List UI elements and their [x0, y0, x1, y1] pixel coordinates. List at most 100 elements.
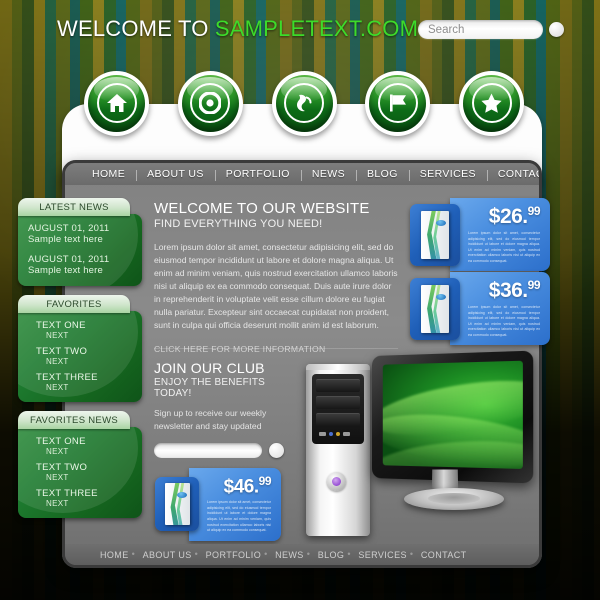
news-text: Sample text here	[28, 265, 104, 276]
join-club-subheading: ENJOY THE BENEFITS TODAY!	[154, 377, 266, 399]
brand-name: SAMPLETEXT.COM	[214, 16, 419, 41]
favorite-title: TEXT TWO	[36, 462, 88, 473]
sidebar-title-favorites: FAVORITES	[18, 295, 130, 313]
list-item[interactable]: AUGUST 01, 2011 Sample text here	[28, 254, 134, 276]
favorite-title: TEXT ONE	[36, 436, 86, 447]
nav-item-news[interactable]: NEWS	[300, 168, 356, 181]
home-icon	[106, 94, 127, 112]
favorite-sub: NEXT	[46, 447, 69, 456]
main-content: WELCOME TO OUR WEBSITE FIND EVERYTHING Y…	[154, 200, 400, 357]
software-box-art	[421, 210, 449, 259]
mic-jack-icon	[336, 432, 340, 436]
sidebar-block-favorites-news: FAVORITES NEWS TEXT ONE NEXT TEXT TWO NE…	[18, 411, 142, 518]
icon-button-flag[interactable]	[365, 70, 431, 136]
icon-ring	[471, 83, 512, 123]
list-item[interactable]: TEXT TWO NEXT	[28, 462, 134, 482]
footer-nav-item-portfolio[interactable]: PORTFOLIO	[195, 549, 268, 560]
list-item[interactable]: AUGUST 01, 2011 Sample text here	[28, 223, 134, 245]
icon-button-home[interactable]	[84, 70, 149, 136]
box-logo	[436, 293, 446, 300]
price-description: Lorem ipsum dolor sit amet, consectetur …	[207, 500, 271, 533]
product-image	[410, 277, 460, 340]
drive-bay	[316, 379, 360, 392]
computer-monitor	[372, 350, 534, 510]
nav-item-about-us[interactable]: ABOUT US	[136, 168, 215, 181]
footer-nav-item-services[interactable]: SERVICES	[347, 549, 414, 560]
orb-background	[88, 74, 145, 132]
footer-nav-item-about-us[interactable]: ABOUT US	[132, 549, 199, 560]
search-submit-button[interactable]	[549, 22, 564, 37]
more-information-link[interactable]: CLICK HERE FOR MORE INFORMATION	[154, 344, 325, 354]
orb-background	[463, 74, 520, 132]
sidebar-block-latest-news: LATEST NEWS AUGUST 01, 2011 Sample text …	[18, 198, 142, 286]
newsletter-form	[154, 442, 304, 458]
price-info: $46.99 Lorem ipsum dolor sit amet, conse…	[189, 468, 281, 541]
icon-ring	[190, 83, 231, 123]
price-box-2[interactable]: $36.99 Lorem ipsum dolor sit amet, conse…	[410, 272, 550, 346]
news-date: AUGUST 01, 2011	[28, 254, 110, 265]
newsletter-email-input[interactable]	[154, 442, 262, 458]
news-text: Sample text here	[28, 234, 104, 245]
nav-item-services[interactable]: SERVICES	[408, 168, 487, 181]
price-cents: 99	[258, 474, 272, 488]
nav-item-portfolio[interactable]: PORTFOLIO	[214, 168, 301, 181]
drive-bay	[316, 413, 360, 426]
monitor-bezel	[372, 350, 534, 484]
card-reader-icon	[343, 432, 350, 436]
search-input[interactable]	[418, 20, 543, 39]
price-box-3[interactable]: $46.99 Lorem ipsum dolor sit amet, conse…	[155, 468, 281, 541]
favorite-title: TEXT ONE	[36, 320, 86, 331]
computer-tower	[306, 364, 370, 536]
page-title: WELCOME TO SAMPLETEXT.COM	[57, 16, 418, 42]
usb-port-icon	[319, 432, 326, 436]
footer-nav-item-contact[interactable]: CONTACT	[410, 549, 474, 560]
price-info: $26.99 Lorem ipsum dolor sit amet, conse…	[450, 198, 550, 272]
icon-button-star[interactable]	[459, 70, 524, 136]
news-date: AUGUST 01, 2011	[28, 223, 110, 234]
price-dollars: $26.	[488, 205, 528, 228]
audio-jack-icon	[329, 432, 333, 436]
icon-ring	[96, 83, 137, 123]
price-box-1[interactable]: $26.99 Lorem ipsum dolor sit amet, conse…	[410, 198, 550, 272]
nav-item-blog[interactable]: BLOG	[356, 168, 409, 181]
footer-nav-item-home[interactable]: HOME	[93, 550, 136, 560]
list-item[interactable]: TEXT ONE NEXT	[28, 436, 134, 456]
nav-item-home[interactable]: HOME	[81, 168, 136, 180]
disc-icon	[199, 92, 222, 114]
sidebar: LATEST NEWS AUGUST 01, 2011 Sample text …	[18, 198, 142, 527]
newsletter-submit-button[interactable]	[269, 442, 284, 458]
page-root: WELCOME TO SAMPLETEXT.COM Search HOME AB…	[0, 0, 600, 600]
tower-front-panel	[312, 374, 364, 444]
front-ports	[319, 432, 350, 436]
box-logo	[436, 219, 446, 226]
icon-button-disc[interactable]	[177, 70, 243, 136]
flag-icon	[389, 94, 406, 112]
phone-icon	[297, 94, 312, 112]
list-item[interactable]: TEXT TWO NEXT	[28, 346, 134, 366]
favorite-title: TEXT THREE	[36, 372, 98, 383]
list-item[interactable]: TEXT THREE NEXT	[28, 372, 134, 392]
tower-top	[306, 364, 370, 370]
icon-ring	[284, 83, 324, 123]
footer-navigation: HOME ABOUT US PORTFOLIO NEWS BLOG SERVIC…	[65, 544, 539, 565]
join-club-heading: JOIN OUR CLUB	[154, 360, 265, 376]
list-item[interactable]: TEXT THREE NEXT	[28, 488, 134, 508]
nav-item-contact[interactable]: CONTACT	[486, 168, 539, 181]
drive-bay	[316, 396, 360, 409]
icon-button-phone[interactable]	[271, 70, 337, 136]
welcome-prefix: WELCOME TO	[57, 16, 215, 41]
content-heading: WELCOME TO OUR WEBSITE	[154, 200, 370, 217]
sidebar-title-latest-news: LATEST NEWS	[18, 198, 130, 216]
footer-nav-item-blog[interactable]: BLOG	[307, 549, 352, 560]
primary-navigation: HOME ABOUT US PORTFOLIO NEWS BLOG SERVIC…	[65, 163, 539, 185]
list-item[interactable]: TEXT ONE NEXT	[28, 320, 134, 340]
footer-nav-item-news[interactable]: NEWS	[264, 549, 311, 560]
icon-button-row	[84, 66, 524, 140]
star-icon	[481, 93, 502, 113]
product-image	[155, 477, 199, 532]
content-subheading: FIND EVERYTHING YOU NEED!	[154, 218, 323, 230]
favorite-sub: NEXT	[46, 499, 69, 508]
monitor-stand-base	[404, 488, 504, 510]
icon-ring	[377, 83, 418, 123]
content-divider	[154, 348, 398, 349]
